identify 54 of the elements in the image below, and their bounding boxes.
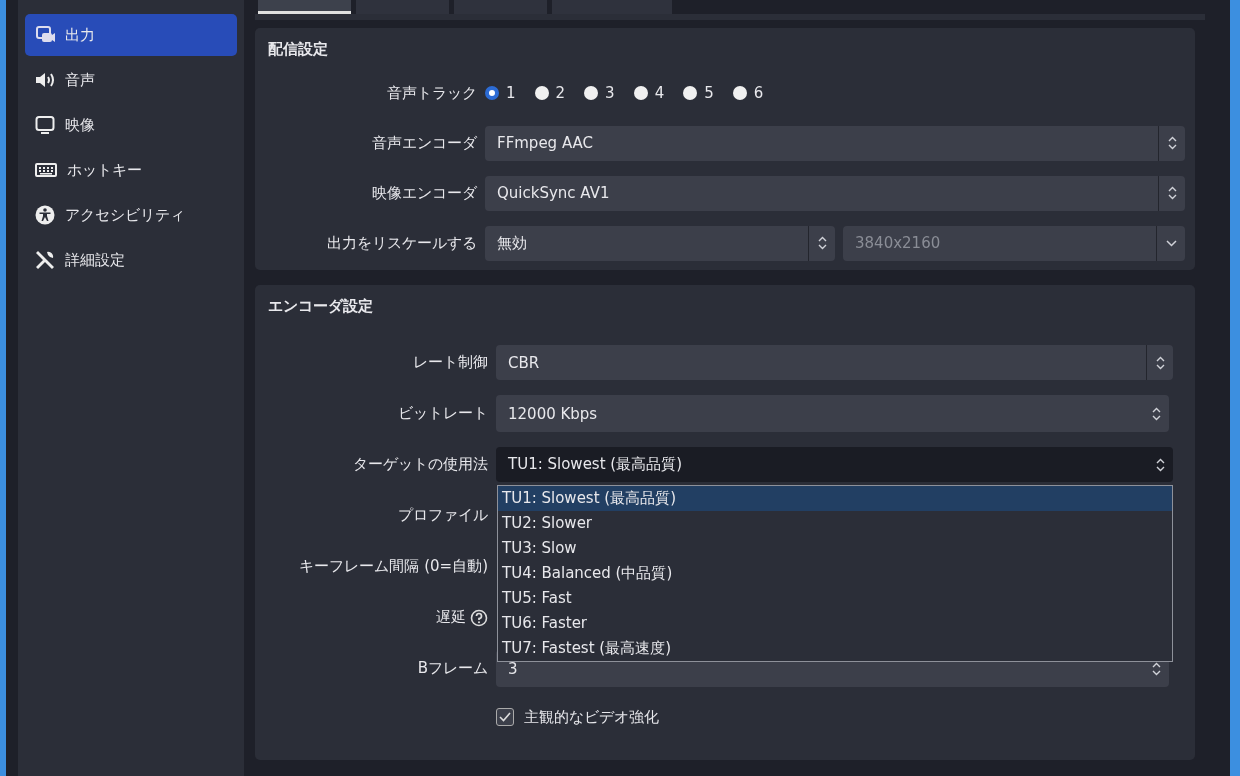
spin-arrows-icon: [1152, 660, 1161, 677]
dropdown-option[interactable]: TU1: Slowest (最高品質): [498, 486, 1172, 511]
field-label: Bフレーム: [416, 659, 488, 678]
group-title: 配信設定: [267, 39, 329, 60]
radio-button[interactable]: 5: [683, 84, 714, 102]
field-label: プロファイル: [397, 506, 488, 525]
checkmark-icon: [499, 712, 511, 722]
dropdown[interactable]: TU1: Slowest (最高品質): [496, 447, 1173, 482]
checkbox[interactable]: 主観的なビデオ強化: [496, 707, 659, 727]
radio-button[interactable]: 2: [534, 84, 566, 102]
spin-box[interactable]: 12000 Kbps: [496, 395, 1169, 432]
field-label: キーフレーム間隔 (0=自動): [298, 557, 488, 576]
radio-button[interactable]: 6: [732, 84, 764, 102]
spin-arrows-icon: [1152, 405, 1161, 422]
accessibility-icon: [35, 205, 55, 225]
field-label: 遅延: [436, 608, 466, 627]
field-label: 音声トラック: [386, 83, 477, 103]
sidebar-item[interactable]: 映像: [25, 104, 237, 146]
updown-arrows-icon: [1156, 354, 1165, 371]
tools-icon: [35, 250, 55, 270]
sidebar-item[interactable]: アクセシビリティ: [25, 194, 237, 236]
chevron-down-icon: [1166, 239, 1177, 247]
field-label: ビットレート: [397, 404, 488, 423]
updown-arrows-icon: [1156, 456, 1165, 473]
radio-button[interactable]: 1: [485, 84, 516, 102]
sidebar-item[interactable]: 詳細設定: [25, 239, 237, 281]
sidebar-item[interactable]: ホットキー: [25, 149, 237, 191]
group-title: エンコーダ設定: [267, 296, 374, 317]
keyboard-icon: [35, 162, 57, 178]
field-label: ターゲットの使用法: [352, 455, 488, 474]
dropdown[interactable]: 無効: [485, 225, 835, 261]
updown-arrows-icon: [1168, 135, 1177, 151]
dropdown-option[interactable]: TU6: Faster: [498, 611, 1172, 636]
updown-arrows-icon: [818, 235, 827, 251]
radio-button[interactable]: 3: [584, 84, 615, 102]
dropdown-option[interactable]: TU3: Slow: [498, 536, 1172, 561]
field-label: レート制御: [412, 353, 488, 372]
radio-button[interactable]: 4: [633, 84, 665, 102]
dropdown[interactable]: QuickSync AV1: [485, 175, 1185, 211]
tab[interactable]: [258, 0, 351, 14]
field-label: 音声エンコーダ: [371, 133, 477, 153]
dropdown[interactable]: FFmpeg AAC: [485, 125, 1185, 161]
field-label: 出力をリスケールする: [326, 233, 477, 253]
dropdown[interactable]: CBR: [496, 345, 1173, 380]
dropdown-option[interactable]: TU4: Balanced (中品質): [498, 561, 1172, 586]
sidebar-item[interactable]: 音声: [25, 59, 237, 101]
dropdown-option[interactable]: TU2: Slower: [498, 511, 1172, 536]
sidebar-item[interactable]: 出力: [25, 14, 237, 56]
camera-screen-icon: [35, 25, 55, 45]
monitor-icon: [35, 115, 55, 135]
updown-arrows-icon: [1168, 185, 1177, 201]
speaker-icon: [35, 70, 55, 90]
dropdown-option[interactable]: TU5: Fast: [498, 586, 1172, 611]
field-label: 映像エンコーダ: [371, 183, 477, 203]
